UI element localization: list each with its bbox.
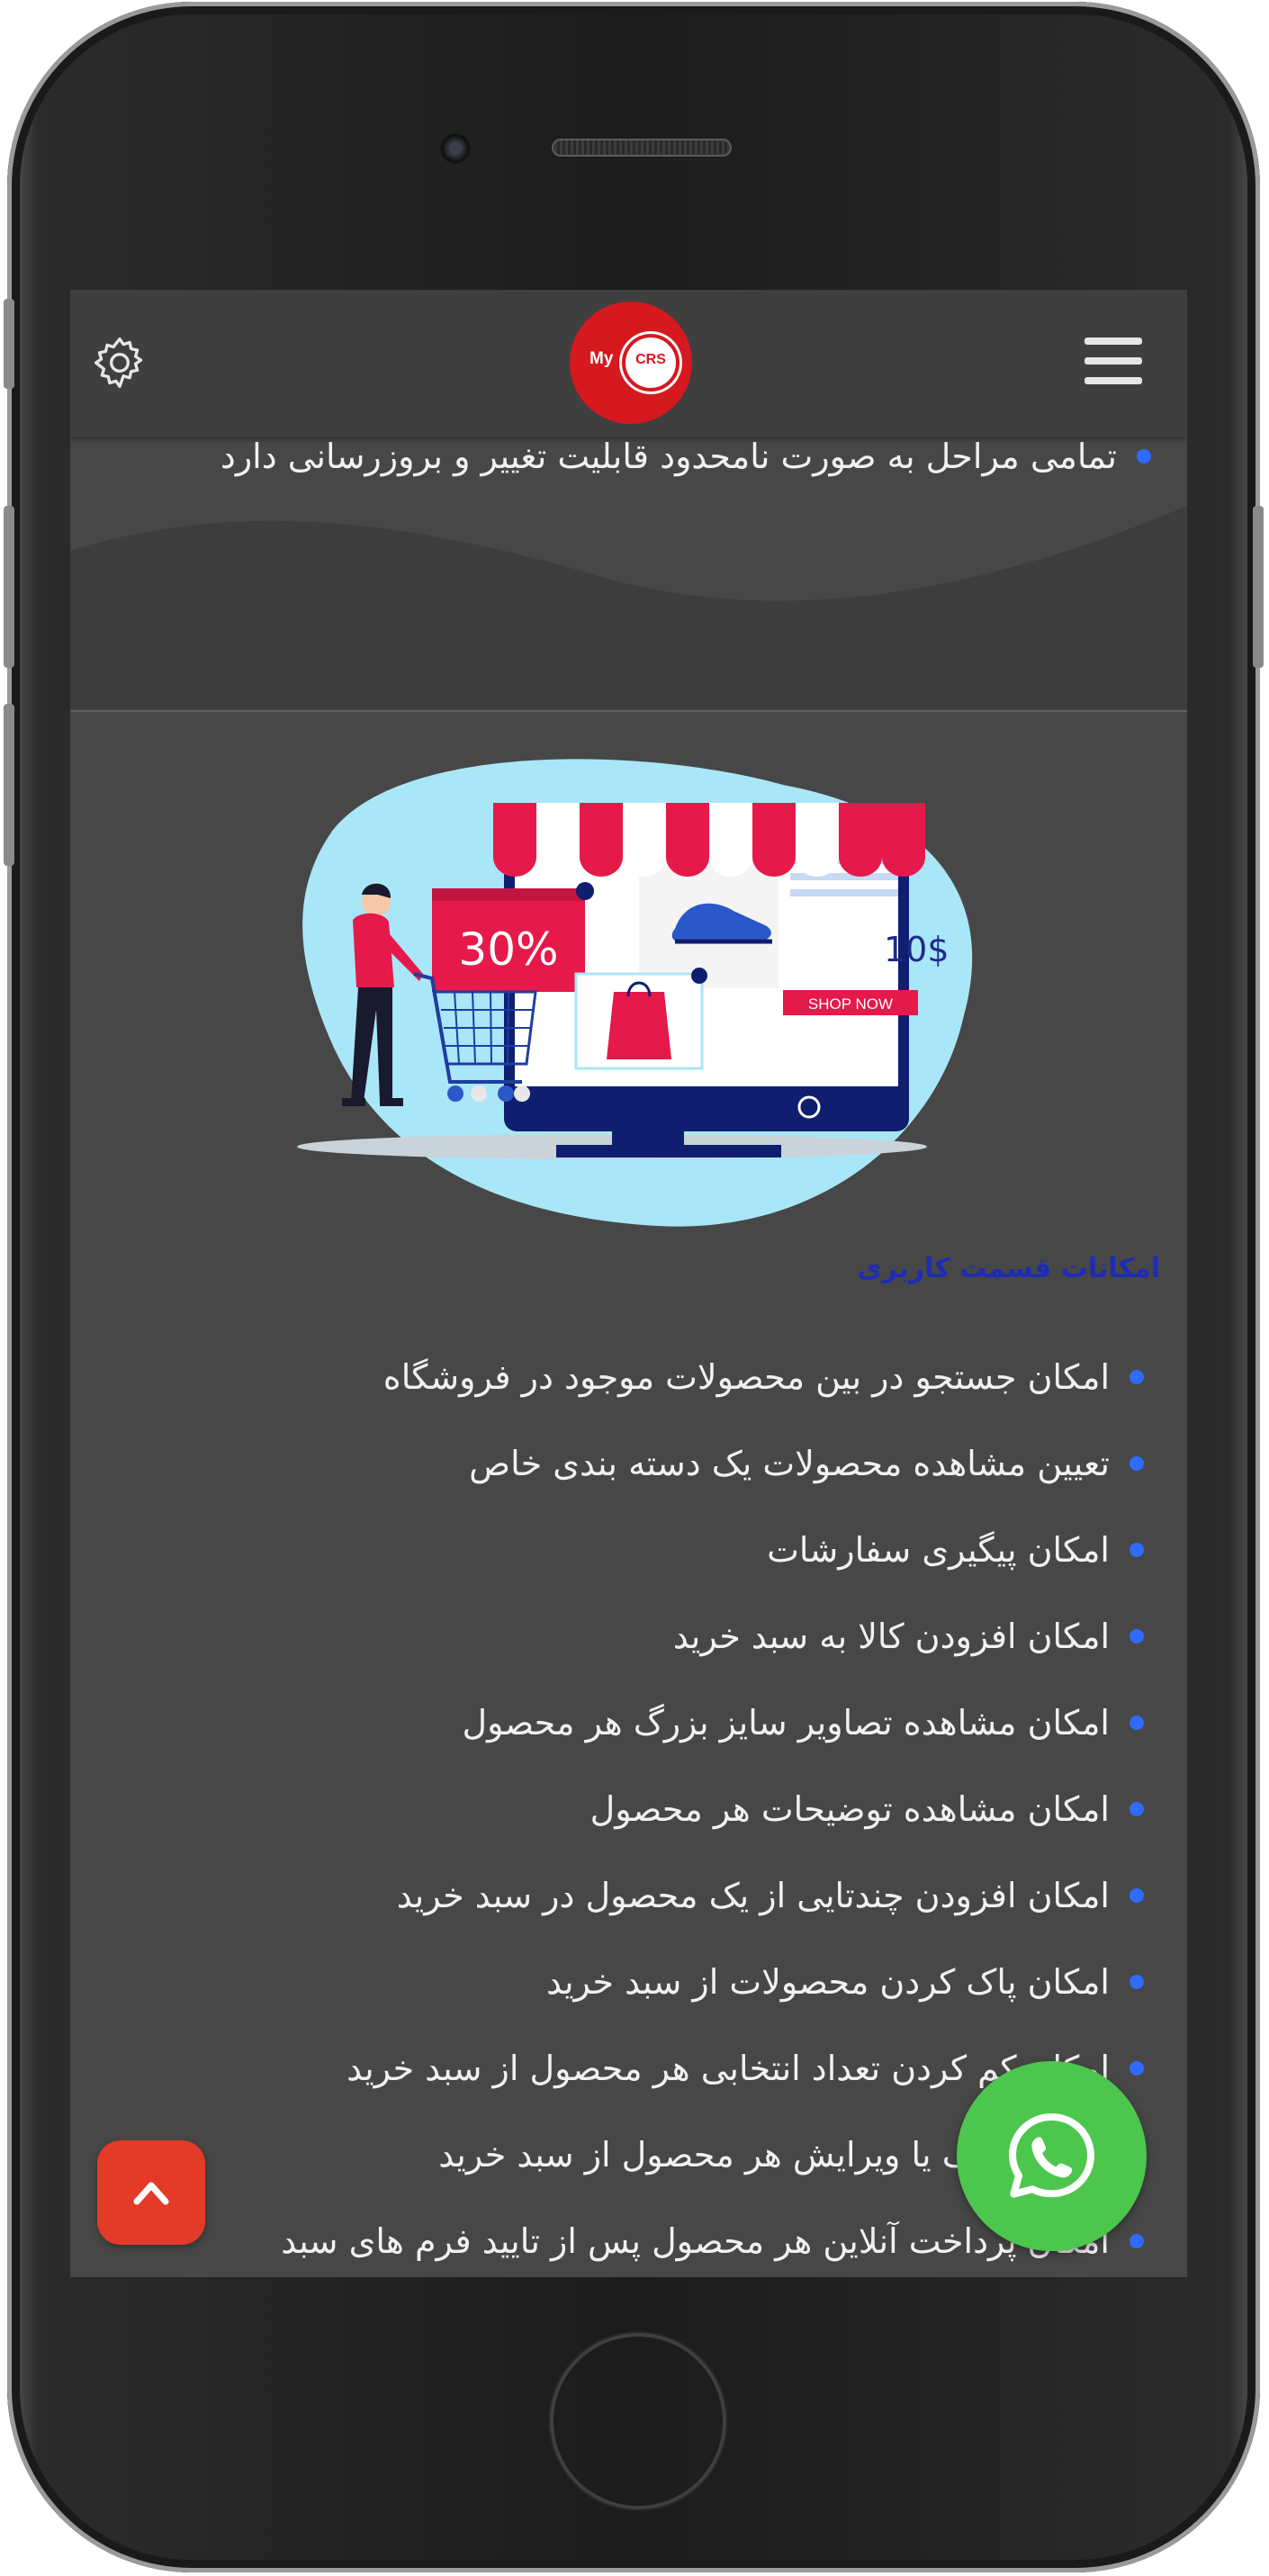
list-item-text: امکان جستجو در بین محصولات موجود در فروش… bbox=[382, 1357, 1110, 1397]
chevron-up-icon bbox=[133, 2182, 169, 2205]
logo-ring: CRS bbox=[622, 334, 680, 392]
list-item-text: امکان پیگیری سفارشات bbox=[767, 1530, 1110, 1570]
bullet-dot bbox=[1130, 1888, 1144, 1903]
power-button bbox=[1253, 506, 1264, 668]
phone-screen: My CRS تمامی مراحل به صورت نامحدود قابلی… bbox=[70, 290, 1187, 2277]
list-item-text: امکان مشاهده توضیحات هر محصول bbox=[590, 1789, 1110, 1829]
bullet-dot bbox=[1130, 1975, 1144, 1989]
shop-illustration: 10$ SHOP NOW 30% bbox=[297, 759, 973, 1227]
bullet-dot bbox=[1130, 1543, 1144, 1557]
list-item: امکان پاک کردن محصولات از سبد خرید bbox=[281, 1939, 1144, 2025]
shop-now-label: SHOP NOW bbox=[808, 995, 893, 1013]
price-label: 10$ bbox=[884, 930, 950, 969]
home-button[interactable] bbox=[550, 2333, 726, 2509]
section-title: امکانات قسمت کاربری bbox=[857, 1253, 1160, 1284]
list-item-text: امکان افزودن چندتایی از یک محصول در سبد … bbox=[396, 1876, 1110, 1915]
list-item: تعیین مشاهده محصولات یک دسته بندی خاص bbox=[281, 1420, 1144, 1507]
list-item-text: امکان پاک کردن محصولات از سبد خرید bbox=[546, 1962, 1110, 2002]
logo-my-text: My bbox=[590, 349, 614, 368]
section-divider bbox=[70, 710, 1187, 712]
bullet-dot bbox=[1130, 1802, 1144, 1816]
volume-down-button bbox=[4, 704, 14, 866]
list-item: امکان پیگیری سفارشات bbox=[281, 1507, 1144, 1593]
bullet-dot bbox=[1137, 449, 1151, 464]
front-camera bbox=[440, 133, 471, 164]
bullet-dot bbox=[1130, 1370, 1144, 1384]
hamburger-icon bbox=[1084, 338, 1142, 384]
gear-icon bbox=[94, 337, 143, 389]
whatsapp-icon bbox=[1009, 2113, 1094, 2198]
list-item: امکان افزودن کالا به سبد خرید bbox=[281, 1593, 1144, 1680]
bullet-dot bbox=[1130, 2061, 1144, 2076]
list-item: امکان مشاهده توضیحات هر محصول bbox=[281, 1766, 1144, 1852]
list-item-text: تمامی مراحل به صورت نامحدود قابلیت تغییر… bbox=[220, 437, 1117, 476]
list-item-text: امکان افزودن کالا به سبد خرید bbox=[672, 1617, 1110, 1656]
list-item-text: امکان مشاهده تصاویر سایز بزرگ هر محصول bbox=[462, 1703, 1110, 1743]
volume-up-button bbox=[4, 506, 14, 668]
bullet-dot bbox=[1130, 2234, 1144, 2248]
settings-button[interactable] bbox=[92, 335, 148, 391]
scroll-to-top-button[interactable] bbox=[97, 2140, 205, 2245]
brand-logo[interactable]: My CRS bbox=[570, 302, 692, 424]
logo-crs-text: CRS bbox=[635, 352, 666, 367]
whatsapp-button[interactable] bbox=[957, 2061, 1147, 2251]
bullet-dot bbox=[1130, 1456, 1144, 1471]
list-item: امکان جستجو در بین محصولات موجود در فروش… bbox=[281, 1334, 1144, 1420]
list-item: امکان مشاهده تصاویر سایز بزرگ هر محصول bbox=[281, 1680, 1144, 1766]
top-navbar: My CRS bbox=[70, 290, 1187, 437]
list-item-text: امکان پرداخت آنلاین هر محصول پس از تایید… bbox=[281, 2221, 1110, 2261]
discount-label: 30% bbox=[458, 923, 558, 976]
bullet-dot bbox=[1130, 1716, 1144, 1730]
bullet-dot bbox=[1130, 1629, 1144, 1644]
mute-switch bbox=[4, 299, 14, 389]
menu-button[interactable] bbox=[1084, 338, 1142, 388]
earpiece-speaker bbox=[552, 139, 732, 157]
list-item: امکان افزودن چندتایی از یک محصول در سبد … bbox=[281, 1852, 1144, 1939]
list-item-text: تعیین مشاهده محصولات یک دسته بندی خاص bbox=[469, 1444, 1110, 1483]
